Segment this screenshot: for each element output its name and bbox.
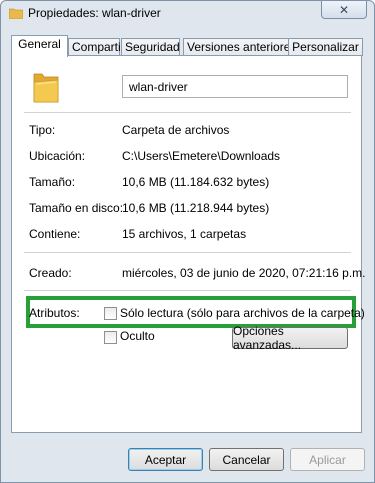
read-only-label[interactable]: Sólo lectura (sólo para archivos de la c… (120, 306, 365, 320)
folder-icon (33, 73, 59, 103)
created-value: miércoles, 03 de junio de 2020, 07:21:16… (122, 266, 366, 280)
tab-personalizar[interactable]: Personalizar (288, 38, 363, 56)
window-title: Propiedades: wlan-driver (28, 6, 161, 20)
divider (24, 112, 351, 113)
folder-icon (9, 8, 23, 19)
size-on-disk-label: Tamaño en disco: (29, 201, 124, 215)
type-label: Tipo: (29, 123, 56, 137)
type-value: Carpeta de archivos (122, 123, 230, 137)
hidden-label[interactable]: Oculto (120, 329, 155, 343)
tab-general[interactable]: General (11, 35, 68, 57)
tab-seguridad[interactable]: Seguridad (121, 38, 180, 56)
contains-label: Contiene: (29, 227, 81, 241)
divider (24, 290, 351, 291)
size-on-disk-value: 10,6 MB (11.218.944 bytes) (122, 201, 270, 215)
size-value: 10,6 MB (11.184.632 bytes) (122, 175, 270, 189)
location-value: C:\Users\Emetere\Downloads (122, 149, 281, 163)
divider (24, 252, 351, 253)
location-label: Ubicación: (29, 149, 86, 163)
created-label: Creado: (29, 266, 72, 280)
apply-button[interactable]: Aplicar (290, 448, 365, 471)
tab-compartir[interactable]: Compartir (68, 38, 125, 56)
folder-name-input[interactable] (122, 75, 348, 98)
advanced-options-button[interactable]: Opciones avanzadas... (232, 324, 348, 352)
size-label: Tamaño: (29, 175, 76, 189)
title-bar[interactable]: Propiedades: wlan-driver ✕ (1, 1, 374, 27)
ok-button[interactable]: Aceptar (128, 448, 203, 471)
hidden-checkbox[interactable] (104, 331, 117, 344)
cancel-button[interactable]: Cancelar (209, 448, 284, 471)
close-icon: ✕ (338, 2, 350, 17)
contains-value: 15 archivos, 1 carpetas (122, 227, 247, 241)
tab-versiones-anteriores[interactable]: Versiones anteriores (183, 38, 297, 56)
close-button[interactable]: ✕ (321, 1, 367, 19)
properties-dialog: Propiedades: wlan-driver ✕ General Compa… (0, 0, 375, 483)
general-panel: Tipo: Carpeta de archivos Ubicación: C:\… (11, 55, 366, 433)
read-only-checkbox[interactable] (104, 307, 117, 320)
attributes-label: Atributos: (29, 306, 80, 320)
